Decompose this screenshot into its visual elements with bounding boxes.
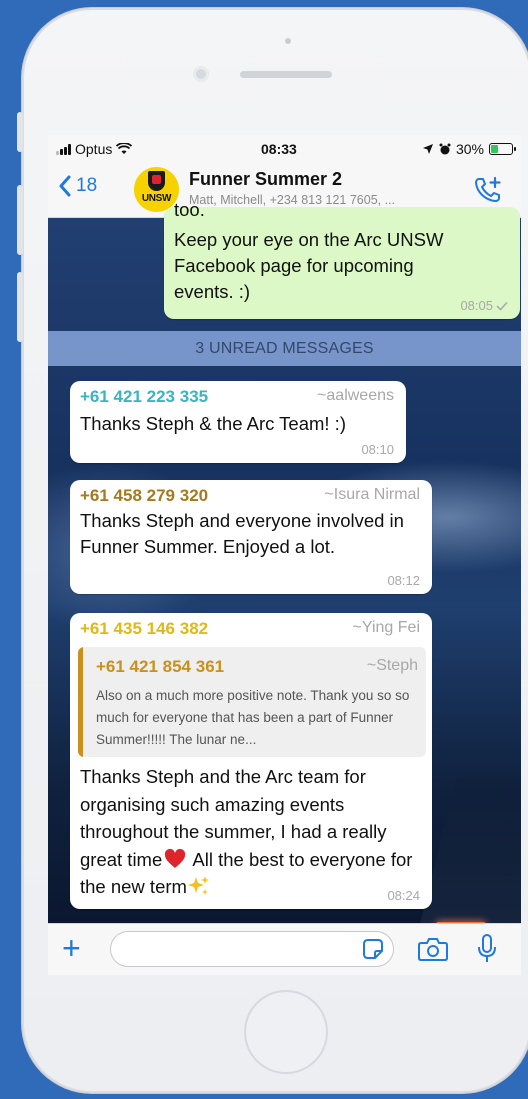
home-button[interactable] <box>244 990 328 1074</box>
quote-accent-bar <box>78 647 83 757</box>
message-time: 08:10 <box>361 442 394 457</box>
message-alias: ~Ying Fei <box>352 619 420 636</box>
back-count: 18 <box>76 175 98 196</box>
message-meta: 08:05 <box>460 298 508 313</box>
message-alias: ~Isura Nirmal <box>324 486 420 503</box>
message-sender[interactable]: +61 421 223 335 <box>80 387 208 407</box>
battery-icon <box>489 143 516 155</box>
status-bar: Optus 08:33 30% <box>48 135 521 163</box>
quoted-text: Also on a much more positive note. Thank… <box>96 688 410 747</box>
add-call-icon[interactable] <box>473 175 503 205</box>
message-incoming[interactable]: +61 435 146 382 ~Ying Fei +61 421 854 36… <box>70 613 432 909</box>
carrier-name: Optus <box>75 141 113 157</box>
phone-screen: Optus 08:33 30% 18 UNSW Funner Summer 2 … <box>48 135 521 975</box>
front-camera <box>193 66 209 82</box>
quoted-message[interactable]: +61 421 854 361 ~Steph Also on a much mo… <box>78 647 426 757</box>
compose-bar: + <box>48 923 521 975</box>
message-field[interactable] <box>110 931 394 968</box>
message-text-top: too. <box>174 199 205 220</box>
camera-icon[interactable] <box>418 936 448 962</box>
message-text: Thanks Steph and everyone involved in Fu… <box>80 510 404 557</box>
message-incoming[interactable]: +61 458 279 320 ~Isura Nirmal Thanks Ste… <box>70 480 432 594</box>
unsw-crest-icon <box>148 171 165 191</box>
group-members[interactable]: Matt, Mitchell, +234 813 121 7605, ... <box>189 193 459 207</box>
volume-down-button <box>17 272 23 342</box>
message-time: 08:24 <box>387 888 420 903</box>
earpiece-speaker <box>240 71 332 78</box>
unread-divider: 3 UNREAD MESSAGES <box>48 331 521 366</box>
message-time: 08:12 <box>387 573 420 588</box>
message-alias: ~aalweens <box>317 387 394 404</box>
status-time: 08:33 <box>261 141 297 157</box>
message-sender[interactable]: +61 435 146 382 <box>80 619 208 639</box>
message-outgoing[interactable]: too. Keep your eye on the Arc UNSW Faceb… <box>164 199 520 319</box>
group-title[interactable]: Funner Summer 2 <box>189 169 342 190</box>
message-text: Thanks Steph & the Arc Team! :) <box>80 413 346 434</box>
message-sender[interactable]: +61 458 279 320 <box>80 486 208 506</box>
attach-plus-icon[interactable]: + <box>62 932 92 964</box>
carrier-group: Optus <box>56 141 133 157</box>
group-avatar[interactable]: UNSW <box>134 167 179 212</box>
message-text: Keep your eye on the Arc UNSW Facebook p… <box>174 229 444 302</box>
message-time: 08:05 <box>460 298 493 313</box>
back-button[interactable]: 18 <box>58 175 97 197</box>
avatar-text: UNSW <box>141 193 172 204</box>
sensor-dot <box>285 38 291 44</box>
signal-icon <box>56 143 71 155</box>
sticker-icon[interactable] <box>363 939 383 959</box>
quoted-sender: +61 421 854 361 <box>96 657 225 676</box>
chevron-left-icon <box>59 175 71 197</box>
battery-percent: 30% <box>455 141 484 157</box>
quoted-alias: ~Steph <box>366 657 418 674</box>
location-arrow-icon <box>422 144 433 154</box>
heart-icon <box>165 848 186 868</box>
status-right: 30% <box>422 141 516 157</box>
message-input[interactable] <box>123 932 357 968</box>
volume-up-button <box>17 185 23 255</box>
microphone-icon[interactable] <box>476 934 498 964</box>
alarm-icon <box>439 143 451 155</box>
mute-switch <box>17 112 23 152</box>
wifi-icon <box>116 143 133 154</box>
check-icon <box>496 301 508 311</box>
sparkles-icon <box>187 876 209 895</box>
message-text: Thanks Steph and the Arc team for organi… <box>80 763 430 901</box>
message-incoming[interactable]: +61 421 223 335 ~aalweens Thanks Steph &… <box>70 381 406 463</box>
